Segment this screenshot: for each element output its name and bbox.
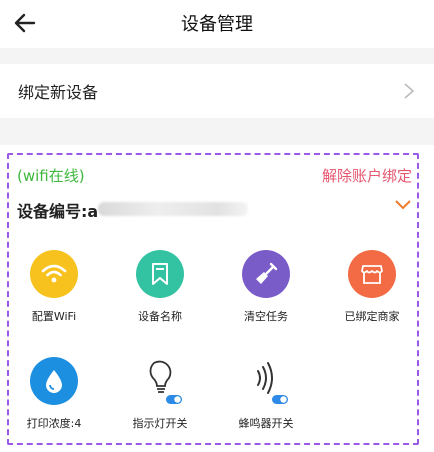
- top-bar: 设备管理: [0, 0, 434, 48]
- chevron-right-icon: [404, 83, 415, 99]
- indicator-light-toggle[interactable]: 指示灯开关: [110, 357, 210, 431]
- clear-tasks-label: 清空任务: [244, 310, 288, 323]
- configure-wifi-button[interactable]: 配置WiFi: [4, 250, 104, 324]
- configure-wifi-label: 配置WiFi: [31, 310, 77, 323]
- device-name-button[interactable]: 设备名称: [110, 250, 210, 324]
- lightbulb-icon: [136, 357, 184, 405]
- bound-merchant-button[interactable]: 已绑定商家: [322, 250, 422, 324]
- page-title: 设备管理: [181, 14, 253, 35]
- chevron-down-icon[interactable]: [394, 198, 412, 212]
- buzzer-label: 蜂鸣器开关: [238, 417, 294, 430]
- bound-merchant-label: 已绑定商家: [344, 310, 400, 323]
- device-number-redacted: [98, 202, 248, 216]
- device-name-label: 设备名称: [138, 310, 182, 323]
- wifi-icon: [30, 250, 78, 298]
- drop-icon: [30, 357, 78, 405]
- shop-icon: [348, 250, 396, 298]
- broom-icon: [242, 250, 290, 298]
- device-number-label: 设备编号:a: [17, 202, 99, 221]
- wifi-status: (wifi在线): [17, 167, 85, 185]
- bind-new-device-label: 绑定新设备: [18, 83, 99, 102]
- sound-icon: [242, 357, 290, 405]
- bind-new-device-row[interactable]: 绑定新设备: [0, 64, 434, 118]
- indicator-light-label: 指示灯开关: [132, 417, 188, 430]
- clear-tasks-button[interactable]: 清空任务: [216, 250, 316, 324]
- print-density-label: 打印浓度:4: [26, 417, 82, 430]
- unbind-account-button[interactable]: 解除账户绑定: [322, 165, 412, 186]
- print-density-button[interactable]: 打印浓度:4: [4, 357, 104, 431]
- buzzer-toggle[interactable]: 蜂鸣器开关: [216, 357, 316, 431]
- bookmark-icon: [136, 250, 184, 298]
